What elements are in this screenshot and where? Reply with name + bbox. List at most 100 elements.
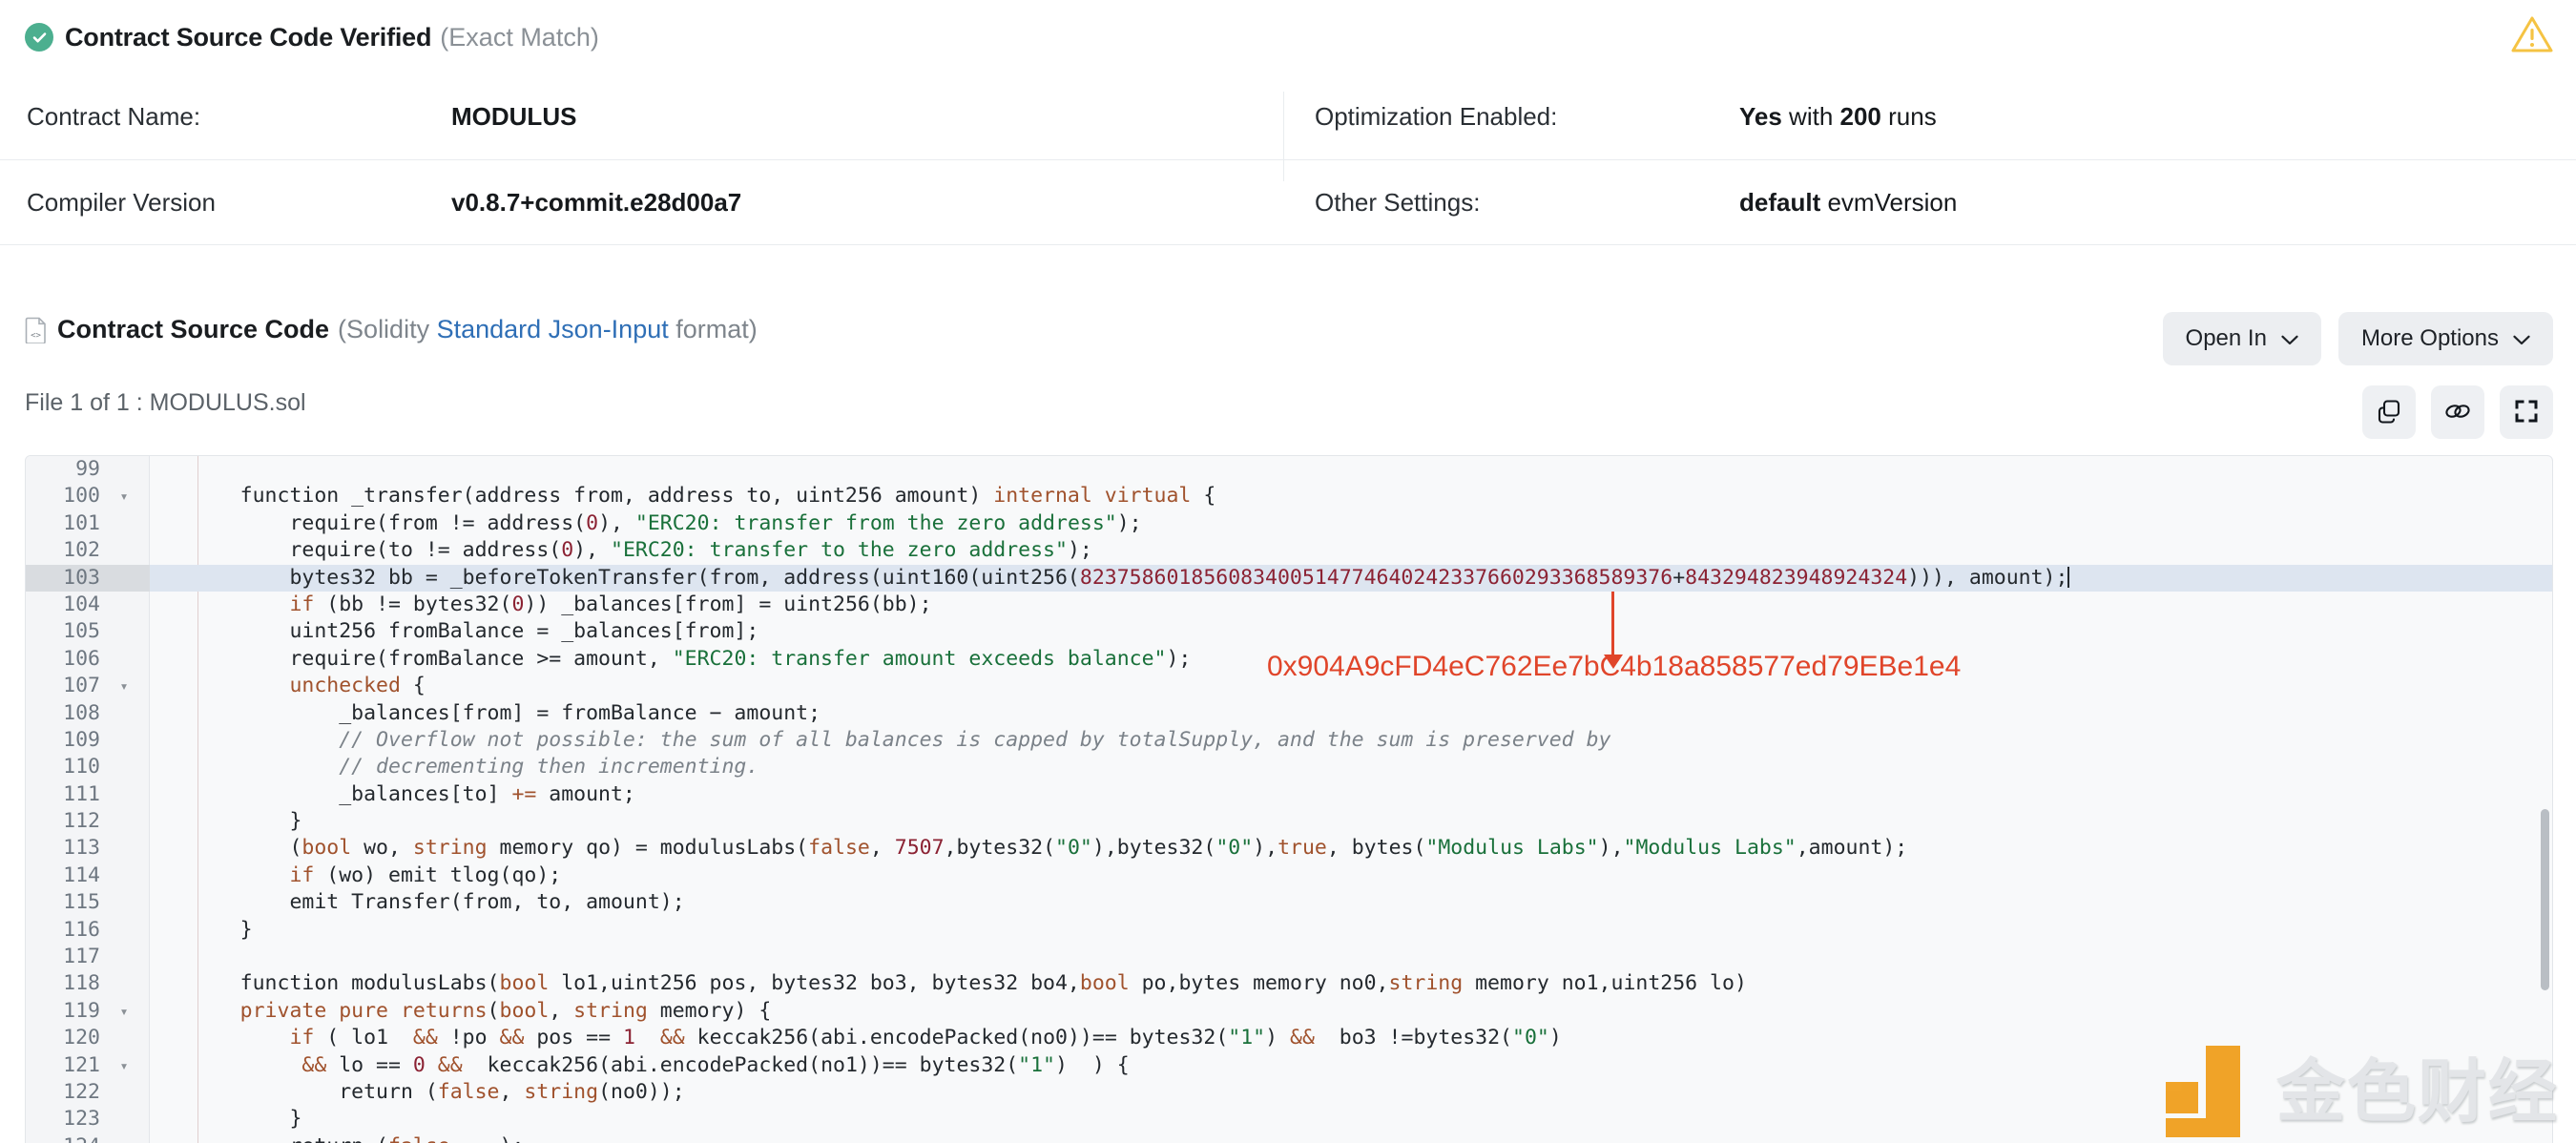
optimization-value: Yes with 200 runs: [1739, 103, 1937, 131]
code-line[interactable]: 115 emit Transfer(from, to, amount);: [26, 889, 2552, 916]
watermark: 金色财经: [2165, 1046, 2559, 1137]
code-token: "Modulus Labs": [1425, 836, 1599, 861]
code-line[interactable]: 109 // Overflow not possible: the sum of…: [26, 727, 2552, 754]
code-token: &&: [659, 1026, 685, 1050]
copy-button[interactable]: [2362, 385, 2416, 439]
code-line[interactable]: 117: [26, 944, 2552, 970]
code-token: bool: [301, 836, 352, 861]
source-code-heading: <> Contract Source Code (Solidity Standa…: [25, 315, 758, 344]
code-line[interactable]: 119 ▾ private pure returns(bool, string m…: [26, 998, 2552, 1025]
code-line[interactable]: 102 require(to != address(0), "ERC20: tr…: [26, 537, 2552, 564]
code-text: unchecked {: [151, 673, 425, 699]
code-token: "Modulus Labs": [1623, 836, 1797, 861]
line-number: 106: [63, 646, 100, 671]
more-options-button[interactable]: More Options: [2337, 312, 2553, 365]
code-token: (: [487, 998, 500, 1023]
code-token: ),: [598, 510, 635, 535]
code-token: }: [166, 917, 253, 942]
standard-json-input-link[interactable]: Standard Json-Input: [437, 315, 669, 343]
other-settings-value: default evmVersion: [1739, 187, 1958, 217]
code-text: && lo == 0 && keccak256(abi.encodePacked…: [151, 1052, 1130, 1079]
line-number: 122: [63, 1079, 100, 1104]
code-token: po,bytes memory no0,: [1129, 971, 1389, 996]
code-line[interactable]: 105 uint256 fromBalance = _balances[from…: [26, 618, 2552, 645]
code-text: uint256 fromBalance = _balances[from];: [151, 618, 758, 645]
down-arrow-annotation-icon: [1604, 592, 1623, 669]
verified-subtitle: (Exact Match): [440, 22, 599, 52]
line-number: 105: [63, 619, 100, 644]
code-line[interactable]: 99: [26, 456, 2552, 483]
code-line[interactable]: 113 (bool wo, string memory qo) = modulu…: [26, 835, 2552, 862]
code-token: ))), amount);: [1907, 565, 2068, 590]
code-token: "0": [1215, 836, 1254, 861]
code-token: (wo) emit tlog(qo);: [314, 862, 562, 887]
code-token: "0": [1512, 1026, 1549, 1050]
vertical-divider: [1283, 92, 1284, 181]
code-token: "0": [1055, 836, 1092, 861]
line-number: 112: [63, 809, 100, 834]
code-file-icon: <>: [25, 317, 48, 344]
code-token: require(to != address(: [166, 538, 562, 563]
code-token: "1": [1018, 1052, 1056, 1077]
evm-default-flag: default: [1739, 187, 1821, 217]
code-token: );: [1166, 646, 1192, 671]
copy-link-button[interactable]: [2431, 385, 2484, 439]
code-line[interactable]: 104 if (bb != bytes32(0)) _balances[from…: [26, 592, 2552, 618]
code-line[interactable]: 103 bytes32 bb = _beforeTokenTransfer(fr…: [26, 564, 2552, 592]
fold-toggle-icon[interactable]: ▾: [115, 998, 133, 1025]
evm-version-text: evmVersion: [1827, 187, 1958, 217]
code-token: ) ) {: [1055, 1052, 1130, 1077]
contract-name-value-text: MODULUS: [451, 102, 577, 131]
code-token: !po: [437, 1026, 500, 1050]
warning-triangle-icon[interactable]: [2511, 15, 2553, 53]
code-line[interactable]: 110 // decrementing then incrementing.: [26, 754, 2552, 780]
code-text: if (bb != bytes32(0)) _balances[from] = …: [151, 592, 931, 618]
code-token: false: [388, 1134, 450, 1143]
vertical-scrollbar[interactable]: [2541, 809, 2549, 990]
code-token: function modulusLabs(: [166, 971, 500, 996]
open-in-button[interactable]: Open In: [2162, 312, 2321, 365]
code-token: ),: [573, 538, 612, 563]
fold-toggle-icon[interactable]: ▾: [115, 673, 133, 699]
compiler-version-label: Compiler Version: [27, 187, 216, 217]
code-line[interactable]: 101 require(from != address(0), "ERC20: …: [26, 510, 2552, 537]
line-number: 103: [26, 564, 150, 592]
line-number: 116: [63, 917, 100, 942]
code-token: &&: [412, 1026, 438, 1050]
code-token: &&: [1290, 1026, 1315, 1050]
code-line[interactable]: 116 }: [26, 917, 2552, 944]
code-token: memory qo) = modulusLabs(: [487, 836, 809, 861]
code-line[interactable]: 111 _balances[to] += amount;: [26, 781, 2552, 808]
fold-toggle-icon[interactable]: ▾: [115, 483, 133, 509]
code-token: emit Transfer(from, to, amount);: [166, 890, 685, 915]
code-line[interactable]: 108 _balances[from] = fromBalance − amou…: [26, 700, 2552, 727]
code-token: string: [573, 998, 648, 1023]
line-number: 117: [63, 945, 100, 969]
code-text: }: [151, 808, 301, 835]
code-token: memory no1,uint256 lo): [1463, 971, 1747, 996]
code-token: if: [289, 592, 315, 616]
code-text: if (wo) emit tlog(qo);: [151, 862, 561, 889]
source-code-viewer[interactable]: 99 100 ▾ function _transfer(address from, …: [25, 455, 2553, 1143]
code-token: (no0));: [598, 1079, 685, 1104]
more-options-label: More Options: [2360, 325, 2499, 351]
code-token: bytes32 bb = _beforeTokenTransfer(from, …: [166, 565, 1080, 590]
code-lines-container[interactable]: 99 100 ▾ function _transfer(address from, …: [26, 456, 2552, 1143]
code-token: require(from != address(: [166, 510, 587, 535]
watermark-text: 金色财经: [2275, 1051, 2559, 1132]
chevron-down-icon: [2281, 325, 2298, 352]
code-line[interactable]: 112 }: [26, 808, 2552, 835]
code-line[interactable]: 114 if (wo) emit tlog(qo);: [26, 862, 2552, 889]
fold-toggle-icon[interactable]: ▾: [115, 1052, 133, 1079]
code-text: require(from != address(0), "ERC20: tran…: [151, 510, 1141, 537]
chevron-down-icon: [2513, 325, 2530, 352]
code-token: 0: [412, 1052, 426, 1077]
line-number: 99: [75, 457, 100, 481]
code-token: 7507: [894, 836, 945, 861]
code-line[interactable]: 100 ▾ function _transfer(address from, ad…: [26, 483, 2552, 509]
fullscreen-button[interactable]: [2500, 385, 2553, 439]
code-line[interactable]: 118 function modulusLabs(bool lo1,uint25…: [26, 970, 2552, 997]
